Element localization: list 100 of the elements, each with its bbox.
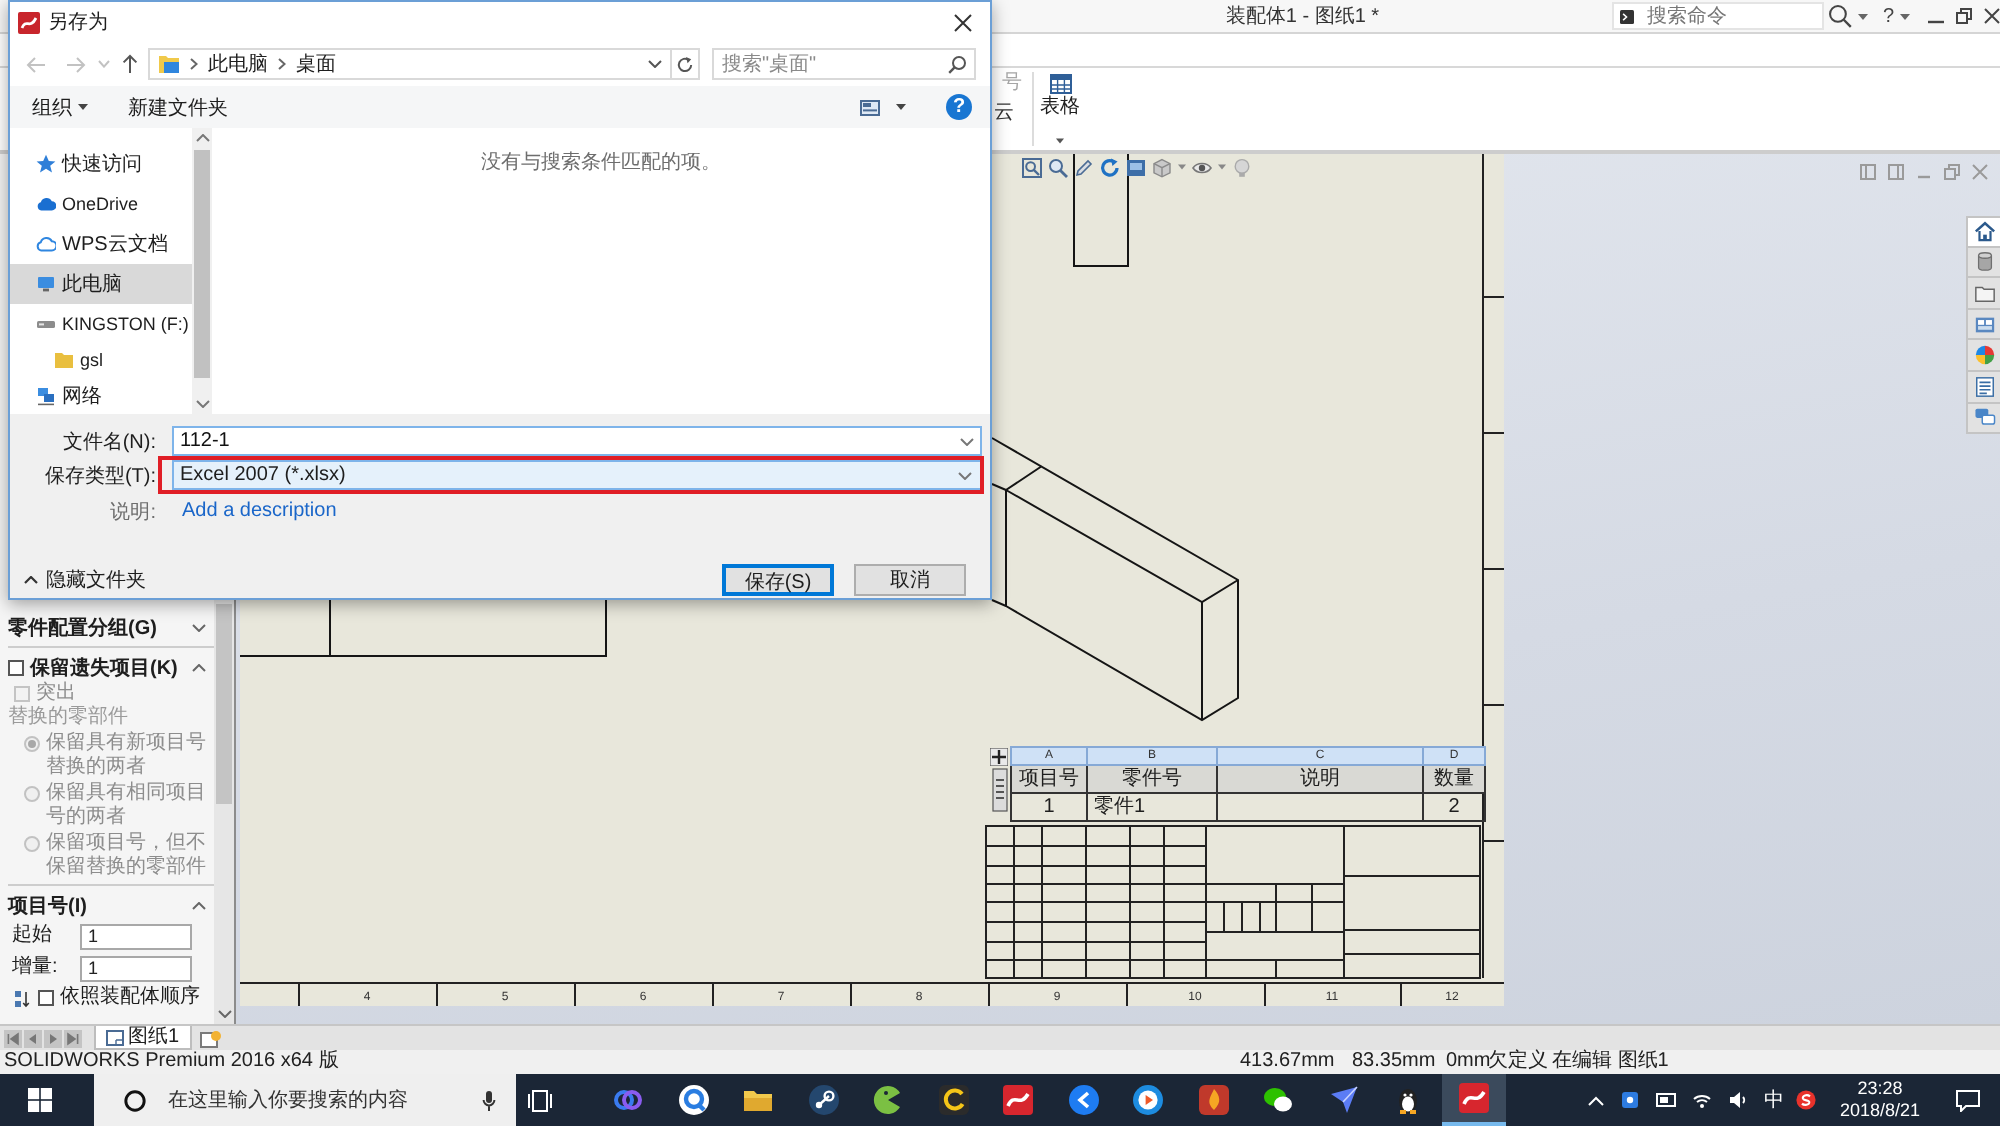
sheet-icon: [106, 1029, 124, 1045]
clock-time[interactable]: 23:28: [1857, 1078, 1903, 1100]
status-field: 83.35mm: [1352, 1050, 1446, 1074]
task-pane-tab[interactable]: [1966, 340, 2000, 372]
address-bar[interactable]: 此电脑 桌面: [148, 48, 700, 80]
table-cell: 1: [1011, 793, 1087, 821]
group-header[interactable]: 项目号(I): [8, 890, 214, 920]
move-handle-icon[interactable]: [990, 747, 1008, 765]
organize-button[interactable]: 组织: [32, 93, 88, 121]
windows-logo-icon: [28, 1088, 52, 1112]
zoom-fit-icon[interactable]: [1022, 157, 1042, 177]
group-header[interactable]: 零件配置分组(G): [8, 612, 214, 642]
task-pane-tab[interactable]: [1966, 403, 2000, 435]
number-field[interactable]: 1: [80, 923, 192, 949]
swirl-disc-icon[interactable]: [1796, 1090, 1816, 1110]
help-button[interactable]: ?: [1882, 5, 1894, 27]
microphone-icon[interactable]: [482, 1089, 496, 1111]
task-pane-tab[interactable]: [1966, 278, 2000, 310]
eye-icon[interactable]: [1192, 157, 1212, 177]
nav-item[interactable]: WPS云文档: [10, 224, 192, 264]
task-pane-tab[interactable]: [1966, 247, 2000, 279]
caret-icon[interactable]: [896, 104, 906, 110]
new-folder-button[interactable]: 新建文件夹: [128, 93, 228, 121]
up-arrow-icon[interactable]: [122, 54, 138, 74]
search-icon[interactable]: [948, 55, 966, 73]
view-options-icon[interactable]: [860, 99, 880, 115]
checkbox[interactable]: [8, 659, 24, 675]
hide-folders-button[interactable]: 隐藏文件夹: [24, 566, 146, 594]
field-label: 起始: [10, 924, 54, 948]
window-title: 装配体1 - 图纸1 *: [1225, 3, 1380, 30]
cancel-button[interactable]: 取消: [854, 564, 966, 596]
restore-icon[interactable]: [1956, 8, 1972, 24]
chevron-right-icon: [190, 58, 198, 70]
zoom-icon[interactable]: [1048, 157, 1068, 177]
cube-icon[interactable]: [1152, 157, 1172, 177]
color-wheel-icon: [1973, 344, 1995, 367]
caret-icon[interactable]: [1900, 13, 1910, 19]
nav-item[interactable]: OneDrive: [10, 184, 192, 224]
help-button[interactable]: ?: [946, 94, 972, 120]
rotate-icon[interactable]: [1100, 157, 1120, 177]
taskbar-search-field[interactable]: 在这里输入你要搜索的内容: [94, 1074, 516, 1126]
scrollbar-thumb[interactable]: [194, 150, 210, 378]
first-sheet-icon[interactable]: [4, 1029, 22, 1047]
breadcrumb-item[interactable]: 桌面: [296, 50, 336, 78]
chevron-down-icon[interactable]: [960, 437, 974, 445]
breadcrumb-item[interactable]: 此电脑: [208, 50, 268, 78]
row-handle-icon[interactable]: [992, 765, 1008, 813]
nav-item[interactable]: KINGSTON (F:): [10, 304, 192, 344]
task-pane-tab[interactable]: [1966, 309, 2000, 341]
task-view-icon[interactable]: [528, 1089, 552, 1111]
refresh-button[interactable]: [670, 50, 698, 78]
checkbox[interactable]: [38, 990, 54, 1006]
nav-item[interactable]: gsl: [10, 344, 192, 376]
section-caption: 替换的零部件: [8, 706, 128, 730]
table-cell: 零件1: [1087, 793, 1217, 821]
chevron-down-icon[interactable]: [195, 400, 209, 408]
nav-item[interactable]: 快速访问: [10, 144, 192, 184]
command-search-field[interactable]: 搜索命令: [1612, 2, 1825, 30]
caret-icon[interactable]: [1056, 138, 1064, 144]
group-header[interactable]: 保留遗失项目(K): [8, 652, 214, 682]
cloud-icon: [36, 194, 56, 214]
search-field[interactable]: 搜索"桌面": [712, 48, 976, 80]
wifi-icon[interactable]: [1692, 1090, 1712, 1110]
number-field[interactable]: 1: [80, 955, 192, 981]
task-pane-tab[interactable]: [1966, 371, 2000, 404]
caret-icon[interactable]: [1858, 13, 1869, 19]
clock-date[interactable]: 2018/8/21: [1839, 1100, 1921, 1122]
nav-item[interactable]: 此电脑: [10, 264, 192, 304]
scrollbar-thumb[interactable]: [216, 604, 232, 804]
play-disc-icon: [1132, 1084, 1165, 1116]
task-pane-tab[interactable]: [1966, 216, 2000, 248]
file-name-field[interactable]: 112-1: [172, 426, 982, 456]
chevron-down-icon[interactable]: [648, 60, 662, 68]
add-sheet-icon[interactable]: [199, 1029, 222, 1047]
search-icon[interactable]: [1828, 4, 1853, 28]
save-button[interactable]: 保存(S): [722, 564, 834, 596]
network-icon: [36, 386, 56, 406]
file-type-dropdown[interactable]: Excel 2007 (*.xlsx): [172, 460, 982, 490]
chevron-down-icon[interactable]: [217, 1010, 231, 1018]
display-icon[interactable]: [1656, 1090, 1676, 1110]
previous-sheet-icon[interactable]: [24, 1029, 42, 1047]
product-label: SOLIDWORKS Premium 2016 x64 版: [2, 1050, 341, 1074]
speaker-icon[interactable]: [1728, 1090, 1748, 1110]
sheet-tab[interactable]: 图纸1: [94, 1026, 192, 1050]
swoosh-tile-icon: [1457, 1082, 1490, 1114]
input-method-indicator[interactable]: 中: [1764, 1086, 1784, 1114]
taskbar-button[interactable]: [1441, 1074, 1506, 1126]
table-tool-button[interactable]: 表格: [1040, 74, 1080, 118]
description-link[interactable]: Add a description: [182, 500, 337, 522]
flame-tile-icon: [1197, 1084, 1230, 1116]
chevron-down-icon[interactable]: [192, 623, 206, 631]
notification-icon[interactable]: [1956, 1089, 1980, 1111]
nav-item[interactable]: 网络: [10, 376, 192, 416]
dot-tile-icon[interactable]: [1620, 1090, 1640, 1110]
last-sheet-icon[interactable]: [64, 1029, 82, 1047]
refresh-icon: [676, 55, 694, 73]
ribbon-label[interactable]: 云: [994, 102, 1032, 126]
next-sheet-icon[interactable]: [44, 1029, 62, 1047]
monitor-icon: [36, 274, 56, 294]
close-icon[interactable]: [1984, 8, 2000, 24]
